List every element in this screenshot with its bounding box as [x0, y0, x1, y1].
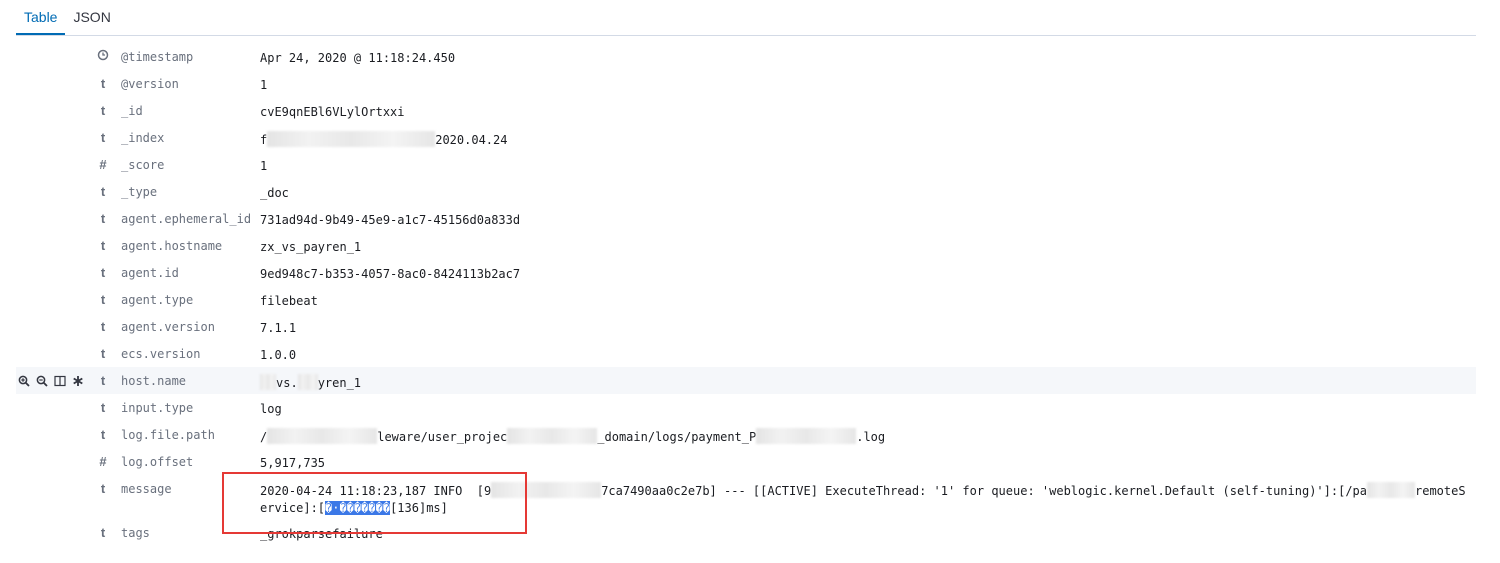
field-value: 7.1.1 — [260, 321, 297, 335]
field-value: 9ed948c7-b353-4057-8ac0-8424113b2ac7 — [260, 267, 521, 281]
string-type-icon: t — [100, 525, 106, 540]
field-name: _index — [121, 131, 165, 145]
field-value: Apr 24, 2020 @ 11:18:24.450 — [260, 51, 456, 65]
field-name: agent.version — [121, 320, 215, 334]
string-type-icon: t — [100, 427, 106, 442]
field-value: 1 — [260, 159, 268, 173]
string-type-icon: t — [100, 265, 106, 280]
table-row: t _type _doc — [16, 178, 1476, 205]
field-value: 5,917,735 — [260, 456, 326, 470]
table-row: t agent.id 9ed948c7-b353-4057-8ac0-84241… — [16, 259, 1476, 286]
field-value: vs. yren_1 — [260, 374, 1472, 392]
value-text: _domain/logs/payment_P — [597, 430, 757, 444]
field-value: cvE9qnEBl6VLylOrtxxi — [260, 105, 405, 119]
table-row: t agent.version 7.1.1 — [16, 313, 1476, 340]
number-type-icon: # — [99, 157, 107, 172]
redacted-region — [756, 428, 857, 444]
field-value: _doc — [260, 186, 289, 200]
string-type-icon: t — [100, 373, 106, 388]
string-type-icon: t — [100, 184, 106, 199]
redacted-region — [260, 374, 276, 390]
value-text: / — [260, 430, 268, 444]
field-name: log.offset — [121, 455, 194, 469]
string-type-icon: t — [100, 400, 106, 415]
field-name: input.type — [121, 401, 194, 415]
string-type-icon: t — [100, 481, 106, 496]
tab-table[interactable]: Table — [16, 1, 66, 35]
string-type-icon: t — [100, 130, 106, 145]
field-value: 731ad94d-9b49-45e9-a1c7-45156d0a833d — [260, 213, 521, 227]
table-row: # _score 1 — [16, 151, 1476, 178]
value-text: f — [260, 133, 268, 147]
document-field-table: @timestamp Apr 24, 2020 @ 11:18:24.450 t… — [16, 43, 1476, 546]
table-row: t agent.type filebeat — [16, 286, 1476, 313]
field-value: log — [260, 402, 282, 416]
field-name: agent.type — [121, 293, 194, 307]
field-name: message — [121, 482, 172, 496]
value-text: leware/user_projec — [377, 430, 508, 444]
redacted-region — [267, 428, 378, 444]
clock-icon — [96, 49, 110, 65]
field-value: 1 — [260, 78, 268, 92]
value-text: .log — [856, 430, 886, 444]
field-name: @timestamp — [121, 50, 194, 64]
redacted-region — [267, 131, 436, 147]
redacted-region — [297, 374, 318, 390]
table-row-hovered[interactable]: t host.name vs. yren_1 — [16, 367, 1476, 394]
field-name: @version — [121, 77, 179, 91]
table-row: t agent.hostname zx_vs_payren_1 — [16, 232, 1476, 259]
zoom-in-icon[interactable] — [16, 373, 32, 389]
field-name: _score — [121, 158, 165, 172]
table-row: t log.file.path / leware/user_projec _doma… — [16, 421, 1476, 448]
field-name: host.name — [121, 374, 187, 388]
value-text: 7ca7490aa0c2e7b] --- [[ACTIVE] ExecuteTh… — [601, 484, 1367, 498]
table-row: t _id cvE9qnEBl6VLylOrtxxi — [16, 97, 1476, 124]
table-row: t ecs.version 1.0.0 — [16, 340, 1476, 367]
value-text: yren_1 — [317, 376, 362, 390]
table-row: @timestamp Apr 24, 2020 @ 11:18:24.450 — [16, 43, 1476, 70]
toggle-column-icon[interactable] — [52, 373, 68, 389]
field-name: log.file.path — [121, 428, 215, 442]
string-type-icon: t — [100, 76, 106, 91]
zoom-out-icon[interactable] — [34, 373, 50, 389]
table-row: t _index f 2020.04.24 — [16, 124, 1476, 151]
field-name: tags — [121, 526, 150, 540]
string-type-icon: t — [100, 103, 106, 118]
field-name: ecs.version — [121, 347, 201, 361]
table-row: t input.type log — [16, 394, 1476, 421]
field-name: agent.hostname — [121, 239, 223, 253]
string-type-icon: t — [100, 346, 106, 361]
field-name: agent.id — [121, 266, 179, 280]
field-value: / leware/user_projec _domain/logs/payment_… — [260, 428, 1472, 446]
row-actions — [16, 373, 92, 389]
redacted-region — [507, 428, 598, 444]
field-value: filebeat — [260, 294, 318, 308]
field-value: f 2020.04.24 — [260, 131, 1472, 149]
number-type-icon: # — [99, 454, 107, 469]
field-value: zx_vs_payren_1 — [260, 240, 362, 254]
redacted-region — [1367, 482, 1415, 498]
table-row: t @version 1 — [16, 70, 1476, 97]
field-name: _id — [121, 104, 143, 118]
value-text: 2020.04.24 — [435, 133, 508, 147]
field-value: 1.0.0 — [260, 348, 297, 362]
string-type-icon: t — [100, 319, 106, 334]
table-row: t agent.ephemeral_id 731ad94d-9b49-45e9-… — [16, 205, 1476, 232]
string-type-icon: t — [100, 211, 106, 226]
tab-json[interactable]: JSON — [65, 1, 118, 35]
string-type-icon: t — [100, 238, 106, 253]
field-name: _type — [121, 185, 158, 199]
filter-exists-icon[interactable] — [70, 373, 86, 389]
doc-view-tabs: Table JSON — [16, 0, 1476, 36]
annotation-highlight-box — [222, 472, 527, 534]
value-text: vs. — [276, 376, 298, 390]
table-row: # log.offset 5,917,735 — [16, 448, 1476, 475]
string-type-icon: t — [100, 292, 106, 307]
field-name: agent.ephemeral_id — [121, 212, 252, 226]
